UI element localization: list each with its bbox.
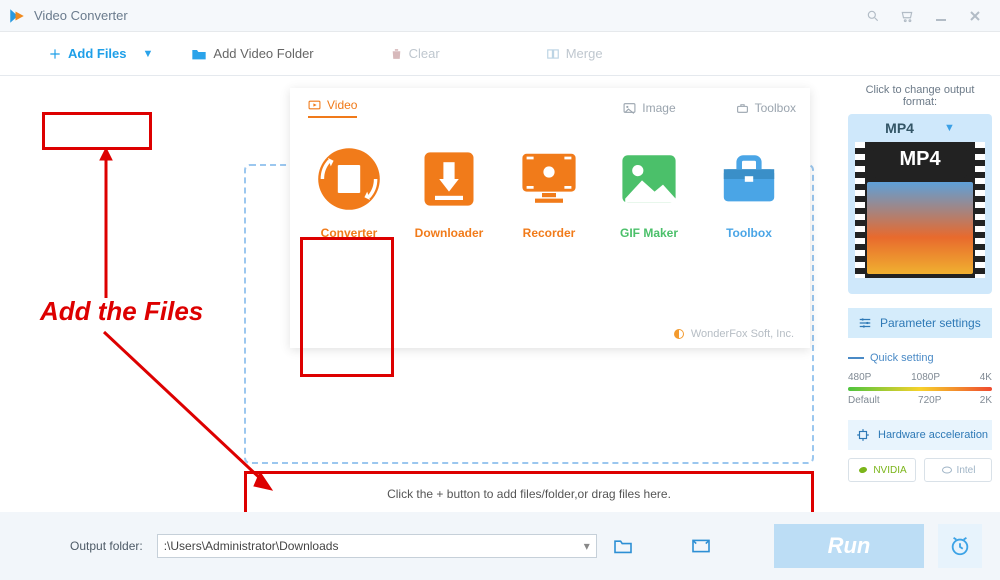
nvidia-icon: [857, 464, 869, 476]
cart-icon[interactable]: [890, 0, 924, 32]
panel-footer: WonderFox Soft, Inc.: [673, 328, 794, 340]
titlebar: Video Converter: [0, 0, 1000, 32]
annotation-arrow-up: [96, 148, 116, 298]
tile-toolbox[interactable]: Toolbox: [706, 140, 792, 240]
toolbox-tab-icon: [736, 102, 749, 114]
annotation-box-addfiles: [42, 112, 152, 150]
vendor-icon: [673, 328, 685, 340]
format-thumb: MP4: [855, 142, 985, 278]
toolbar: Add Files ▼ Add Video Folder Clear Merge: [0, 32, 1000, 76]
output-folder-input[interactable]: :\Users\Administrator\Downloads ▾: [157, 534, 597, 558]
annotation-box-hint: [244, 471, 814, 517]
main-area: Click the + button to add files/folder,o…: [0, 76, 840, 512]
output-folder-label: Output folder:: [70, 539, 143, 553]
quick-setting: Quick setting 480P 1080P 4K Default 720P…: [848, 352, 992, 406]
merge-button[interactable]: Merge: [538, 42, 611, 65]
vendor-intel[interactable]: Intel: [924, 458, 992, 482]
toolbox-icon: [714, 144, 784, 214]
tile-downloader[interactable]: Downloader: [406, 140, 492, 240]
tile-converter[interactable]: Converter: [306, 140, 392, 240]
clear-label: Clear: [409, 46, 440, 61]
recorder-icon: [514, 144, 584, 214]
tab-video[interactable]: Video: [308, 98, 357, 118]
bottom-bar: Output folder: :\Users\Administrator\Dow…: [0, 512, 1000, 580]
add-files-button[interactable]: Add Files: [40, 42, 135, 65]
sliders-icon: [858, 317, 872, 329]
output-folder-dropdown[interactable]: ▾: [584, 539, 590, 553]
intel-icon: [941, 464, 953, 476]
hardware-accel-button[interactable]: Hardware acceleration: [848, 420, 992, 450]
gif-icon: [614, 144, 684, 214]
annotation-box-converter: [300, 237, 394, 377]
chip-icon: [856, 428, 870, 442]
image-icon: [623, 102, 636, 114]
chevron-down-icon: ▼: [944, 122, 955, 134]
add-files-dropdown[interactable]: ▼: [143, 48, 154, 60]
merge-icon: [546, 47, 560, 61]
minimize-icon[interactable]: [924, 0, 958, 32]
clear-button[interactable]: Clear: [382, 42, 448, 65]
search-icon[interactable]: [856, 0, 890, 32]
output-video-button[interactable]: [689, 534, 713, 558]
quality-slider[interactable]: [848, 387, 992, 391]
plus-icon: [48, 47, 62, 61]
app-logo-icon: [8, 7, 26, 25]
output-folder-path: :\Users\Administrator\Downloads: [164, 539, 339, 553]
open-folder-button[interactable]: [611, 534, 635, 558]
trash-icon: [390, 47, 403, 61]
close-icon[interactable]: [958, 0, 992, 32]
run-button[interactable]: Run: [774, 524, 924, 568]
annotation-text: Add the Files: [40, 296, 203, 327]
vendor-nvidia[interactable]: NVIDIA: [848, 458, 916, 482]
add-folder-button[interactable]: Add Video Folder: [183, 42, 321, 65]
format-badge: MP4: [873, 148, 967, 178]
download-icon: [414, 144, 484, 214]
format-selected: MP4: [885, 120, 914, 136]
output-format-button[interactable]: MP4 ▼ MP4: [848, 114, 992, 294]
tile-recorder[interactable]: Recorder: [506, 140, 592, 240]
format-hint: Click to change output format:: [848, 84, 992, 108]
folder-icon: [191, 47, 207, 61]
app-title: Video Converter: [34, 8, 856, 23]
tab-toolbox[interactable]: Toolbox: [736, 98, 796, 118]
alarm-button[interactable]: [938, 524, 982, 568]
sidebar: Click to change output format: MP4 ▼ MP4…: [840, 76, 1000, 512]
merge-label: Merge: [566, 46, 603, 61]
converter-icon: [314, 144, 384, 214]
annotation-arrow-down: [100, 328, 280, 498]
add-files-label: Add Files: [68, 46, 127, 61]
tile-gif-maker[interactable]: GIF Maker: [606, 140, 692, 240]
add-folder-label: Add Video Folder: [213, 46, 313, 61]
parameter-settings-button[interactable]: Parameter settings: [848, 308, 992, 338]
tab-image[interactable]: Image: [623, 98, 675, 118]
video-icon: [308, 99, 321, 111]
